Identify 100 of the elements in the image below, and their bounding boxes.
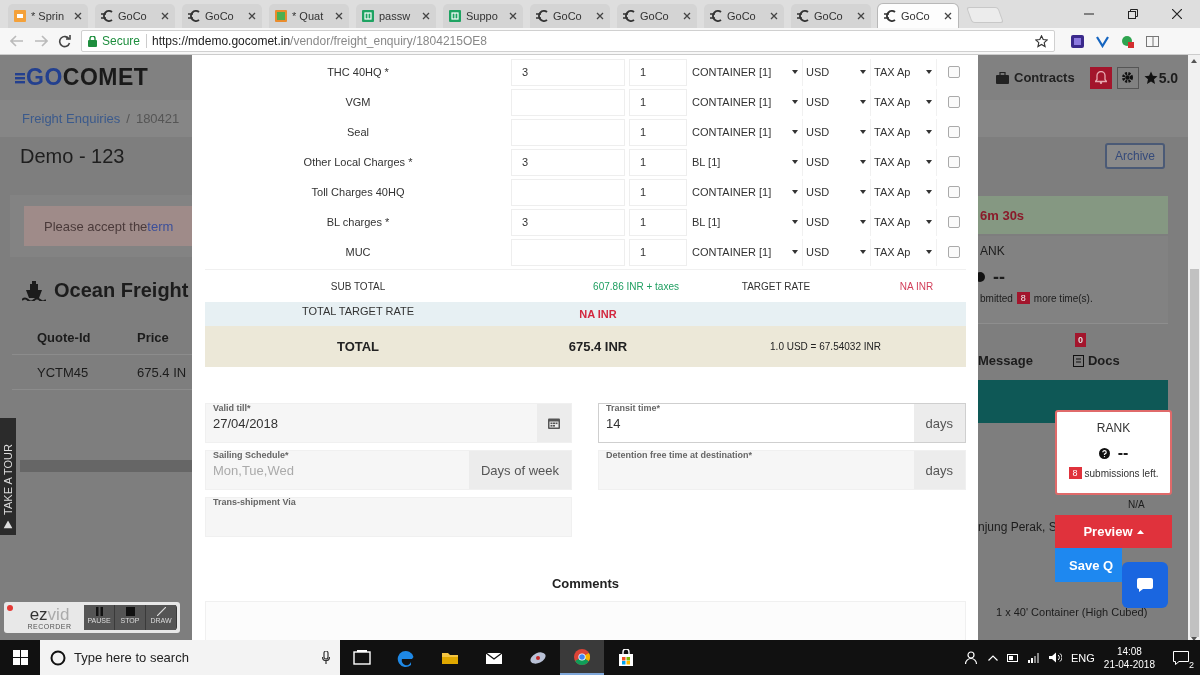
input-field[interactable]: Trans-shipment Via (205, 497, 572, 537)
close-icon[interactable] (74, 12, 82, 20)
tax-select[interactable]: TAX Ap (871, 238, 937, 266)
unit-select[interactable]: CONTAINER [1] (689, 178, 803, 206)
currency-select[interactable]: USD (803, 238, 871, 266)
quantity-field[interactable]: 1 (629, 88, 687, 116)
tax-select[interactable]: TAX Ap (871, 118, 937, 146)
spreadsheet-icon (449, 10, 461, 22)
quantity-field[interactable]: 1 (629, 148, 687, 176)
close-icon[interactable] (770, 12, 778, 20)
close-icon[interactable] (596, 12, 604, 20)
quantity-field[interactable]: 1 (629, 58, 687, 86)
browser-tab[interactable]: GoCo (704, 4, 784, 28)
contracts-link[interactable]: Contracts (996, 70, 1075, 85)
speaker-icon[interactable] (1049, 652, 1062, 663)
currency-select[interactable]: USD (803, 208, 871, 236)
checkbox[interactable] (947, 96, 960, 108)
browser-tab[interactable]: * Quat (269, 4, 349, 28)
submission-note: more time(s). (1033, 292, 1093, 304)
battery-icon[interactable] (1007, 653, 1019, 662)
scrollbar-thumb[interactable] (1189, 269, 1199, 637)
person-icon[interactable] (965, 650, 979, 665)
preview-button[interactable]: Preview (1055, 515, 1172, 548)
browser-tab[interactable]: GoCo (530, 4, 610, 28)
browser-tab[interactable]: GoCo (878, 4, 958, 28)
quantity-field[interactable]: 1 (629, 208, 687, 236)
close-icon[interactable] (857, 12, 865, 20)
browser-tab[interactable]: passw (356, 4, 436, 28)
input-field[interactable]: Detention free time at destination* days (598, 450, 966, 490)
close-icon[interactable] (944, 12, 952, 20)
scrollbar[interactable] (1188, 55, 1200, 640)
tax-select[interactable]: TAX Ap (871, 148, 937, 176)
language-indicator[interactable]: ENG (1071, 651, 1095, 664)
clock-time[interactable]: 14:08 (1116, 644, 1142, 658)
currency-select[interactable]: USD (803, 118, 871, 146)
close-icon[interactable] (248, 12, 256, 20)
unit-select[interactable]: CONTAINER [1] (689, 88, 803, 116)
browser-tab[interactable]: GoCo (95, 4, 175, 28)
currency-select[interactable]: USD (803, 88, 871, 116)
taskbar-app[interactable] (560, 640, 604, 675)
unit-select[interactable]: CONTAINER [1] (689, 118, 803, 146)
close-icon[interactable] (161, 12, 169, 20)
input-field[interactable]: Sailing Schedule* Mon,Tue,Wed Days of week (205, 450, 572, 490)
settings-button[interactable] (1116, 66, 1139, 89)
caret-icon (860, 100, 866, 104)
browser-tab[interactable]: GoCo (182, 4, 262, 28)
close-icon[interactable] (509, 12, 517, 20)
save-button[interactable]: Save Q (1055, 548, 1122, 582)
unit-select[interactable]: BL [1] (689, 148, 803, 176)
reload-icon[interactable] (58, 34, 71, 48)
unit-select[interactable]: CONTAINER [1] (689, 238, 803, 266)
browser-tab[interactable]: GoCo (791, 4, 871, 28)
rate-field[interactable]: 3 (511, 208, 625, 236)
currency-select[interactable]: USD (803, 178, 871, 206)
currency-select[interactable]: USD (803, 58, 871, 86)
tax-select[interactable]: TAX Ap (871, 208, 937, 236)
caret-up-icon[interactable] (988, 654, 998, 661)
extension-icon[interactable] (1096, 34, 1109, 48)
rate-field[interactable]: 3 (511, 148, 625, 176)
checkbox[interactable] (947, 246, 960, 258)
input-field[interactable]: Transit time* 14 days (598, 403, 966, 443)
notification-center-button[interactable]: 2 (1170, 647, 1192, 668)
close-icon[interactable] (683, 12, 691, 20)
gocomet-logo[interactable]: GOCOMET (15, 64, 149, 91)
comments-field[interactable] (205, 601, 966, 640)
quantity-field[interactable]: 1 (629, 178, 687, 206)
extension-icon[interactable] (1071, 34, 1084, 48)
close-icon[interactable] (1172, 9, 1182, 19)
network-icon[interactable] (1028, 652, 1040, 663)
currency-select[interactable]: USD (803, 148, 871, 176)
tax-select[interactable]: TAX Ap (871, 58, 937, 86)
checkbox[interactable] (947, 216, 960, 228)
unit-select[interactable]: BL [1] (689, 208, 803, 236)
input-field[interactable]: Valid till* 27/04/2018 (205, 403, 572, 443)
extension-icon[interactable] (1121, 34, 1134, 48)
restore-icon[interactable] (1128, 9, 1138, 19)
rate-field[interactable]: 3 (511, 58, 625, 86)
checkbox[interactable] (947, 186, 960, 198)
notification-button[interactable] (1089, 66, 1112, 89)
checkbox[interactable] (947, 126, 960, 138)
chat-button[interactable] (1122, 562, 1168, 608)
close-icon[interactable] (335, 12, 343, 20)
star-icon[interactable] (1035, 34, 1048, 48)
address-field[interactable]: Secure https://mdemo.gocomet.in/vendor/freight_enquiry/1804215OE8 (81, 30, 1055, 52)
panel-tab[interactable]: Message (978, 353, 1033, 368)
tax-select[interactable]: TAX Ap (871, 178, 937, 206)
take-a-tour-tab[interactable]: TAKE A TOUR (0, 418, 16, 535)
quantity-field[interactable]: 1 (629, 238, 687, 266)
clock-date[interactable]: 21-04-2018 (1103, 657, 1155, 671)
close-icon[interactable] (422, 12, 430, 20)
unit-select[interactable]: CONTAINER [1] (689, 58, 803, 86)
search-field[interactable]: Type here to search (40, 640, 340, 675)
tax-select[interactable]: TAX Ap (871, 88, 937, 116)
browser-tab[interactable]: * Sprin (8, 4, 88, 28)
quantity-field[interactable]: 1 (629, 118, 687, 146)
checkbox[interactable] (947, 156, 960, 168)
checkbox[interactable] (947, 66, 960, 78)
calendar-button[interactable] (537, 404, 571, 442)
browser-tab[interactable]: GoCo (617, 4, 697, 28)
browser-tab[interactable]: Suppo (443, 4, 523, 28)
